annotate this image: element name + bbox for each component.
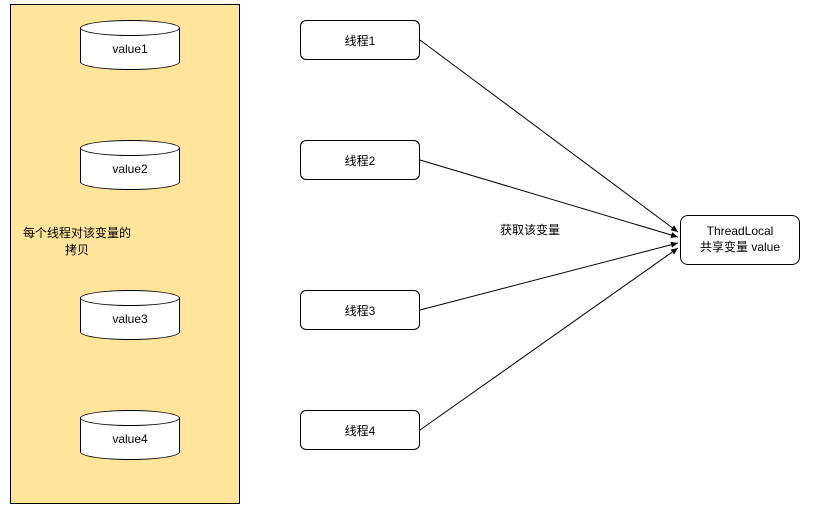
thread-label: 线程3	[345, 302, 376, 319]
container-caption-line1: 每个线程对该变量的	[12, 225, 142, 242]
cylinder-value3: value3	[80, 290, 180, 340]
cylinder-label: value2	[80, 162, 180, 176]
cylinder-label: value1	[80, 42, 180, 56]
edge-label: 获取该变量	[490, 222, 570, 239]
thread-label: 线程4	[345, 422, 376, 439]
cylinder-label: value4	[80, 432, 180, 446]
arrow-thread3	[420, 243, 678, 310]
target-line2: 共享变量 value	[700, 240, 780, 256]
arrow-thread4	[420, 248, 678, 430]
thread-label: 线程2	[345, 152, 376, 169]
target-line1: ThreadLocal	[707, 224, 774, 240]
threadlocal-box: ThreadLocal 共享变量 value	[680, 215, 800, 265]
thread-label: 线程1	[345, 32, 376, 49]
thread-box-1: 线程1	[300, 20, 420, 60]
diagram-canvas: 每个线程对该变量的 拷贝 value1 value2 value3 value4…	[0, 0, 821, 507]
cylinder-top	[80, 20, 180, 36]
cylinder-top	[80, 140, 180, 156]
arrow-thread1	[420, 40, 678, 232]
thread-box-2: 线程2	[300, 140, 420, 180]
cylinder-label: value3	[80, 312, 180, 326]
cylinder-top	[80, 410, 180, 426]
thread-box-4: 线程4	[300, 410, 420, 450]
cylinder-value1: value1	[80, 20, 180, 70]
cylinder-top	[80, 290, 180, 306]
thread-box-3: 线程3	[300, 290, 420, 330]
container-caption: 每个线程对该变量的 拷贝	[12, 225, 142, 259]
cylinder-value2: value2	[80, 140, 180, 190]
container-caption-line2: 拷贝	[12, 242, 142, 259]
cylinder-value4: value4	[80, 410, 180, 460]
